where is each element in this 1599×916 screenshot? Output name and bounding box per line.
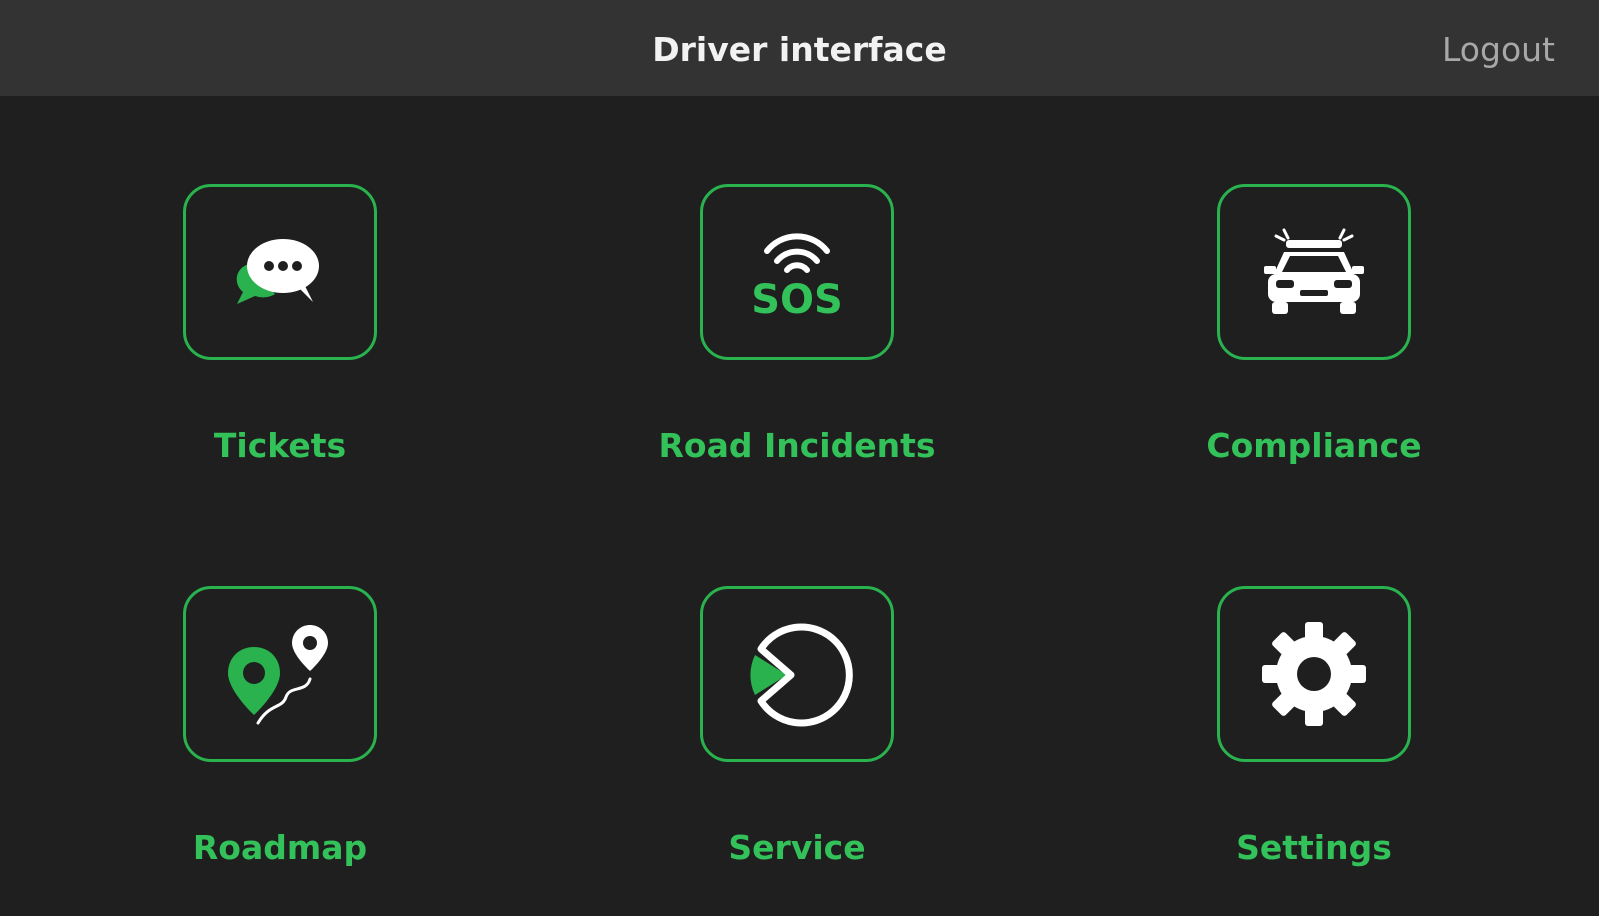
tile-compliance[interactable]: Compliance [1154,184,1474,514]
sos-text: SOS [751,277,843,323]
route-pins-icon [228,625,328,725]
service-pie-icon [750,623,853,727]
page-title: Driver interface [652,30,947,69]
tile-roadmap-box[interactable] [183,586,377,762]
tile-road-incidents[interactable]: SOS Road Incidents [637,184,957,514]
tile-road-incidents-box[interactable]: SOS [700,184,894,360]
tile-service-box[interactable] [700,586,894,762]
gear-icon [1262,622,1366,726]
tile-tickets-label: Tickets [213,426,347,465]
tile-roadmap-label: Roadmap [192,828,368,867]
sos-signal-icon: SOS [751,233,843,323]
chat-bubbles-icon [236,239,319,304]
tile-tickets-box[interactable] [183,184,377,360]
tile-road-incidents-label: Road Incidents [658,426,936,465]
tile-tickets[interactable]: Tickets [120,184,440,514]
police-car-icon [1264,228,1364,314]
tile-settings-box[interactable] [1217,586,1411,762]
tile-service-label: Service [728,828,866,867]
logout-button[interactable]: Logout [1442,0,1555,100]
tile-settings-label: Settings [1236,828,1392,867]
header-bar: Driver interface Logout [0,0,1599,96]
tile-settings[interactable]: Settings [1154,586,1474,916]
tile-service[interactable]: Service [637,586,957,916]
tile-compliance-box[interactable] [1217,184,1411,360]
tile-compliance-label: Compliance [1206,426,1422,465]
tile-roadmap[interactable]: Roadmap [120,586,440,916]
